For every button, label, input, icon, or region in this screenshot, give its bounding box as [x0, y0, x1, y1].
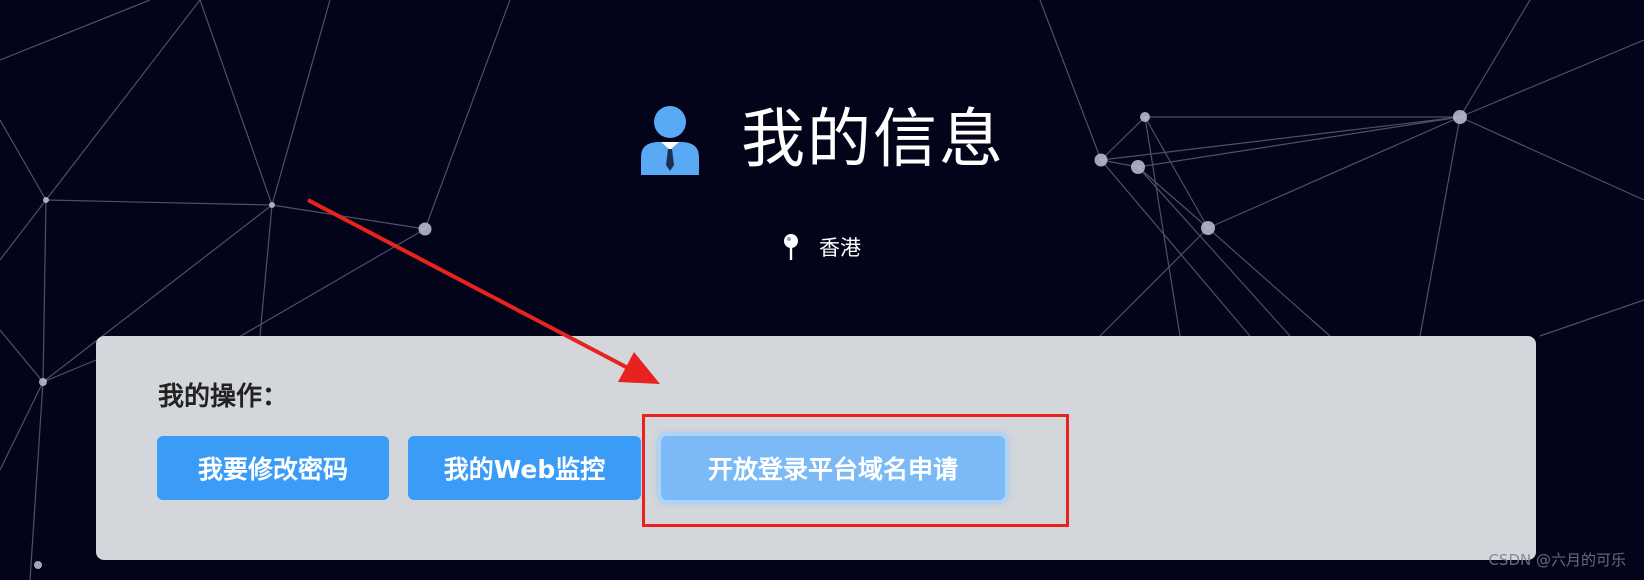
location-row: 香港: [0, 232, 1644, 262]
map-pin-icon: [784, 234, 798, 260]
page-title: 我的信息: [741, 103, 1005, 177]
panel-heading: 我的操作：: [158, 382, 289, 412]
operations-panel: 我的操作： 我要修改密码 我的Web监控 开放登录平台域名申请: [96, 336, 1536, 560]
watermark: CSDN @六月的可乐: [1488, 551, 1626, 569]
user-tie-icon: [641, 106, 699, 175]
title-row: 我的信息: [639, 95, 1005, 185]
profile-header: 我的信息: [0, 95, 1644, 185]
domain-application-button[interactable]: 开放登录平台域名申请: [661, 436, 1005, 500]
web-monitor-button[interactable]: 我的Web监控: [408, 436, 641, 500]
location-text: 香港: [819, 236, 861, 260]
change-password-button[interactable]: 我要修改密码: [157, 436, 389, 500]
